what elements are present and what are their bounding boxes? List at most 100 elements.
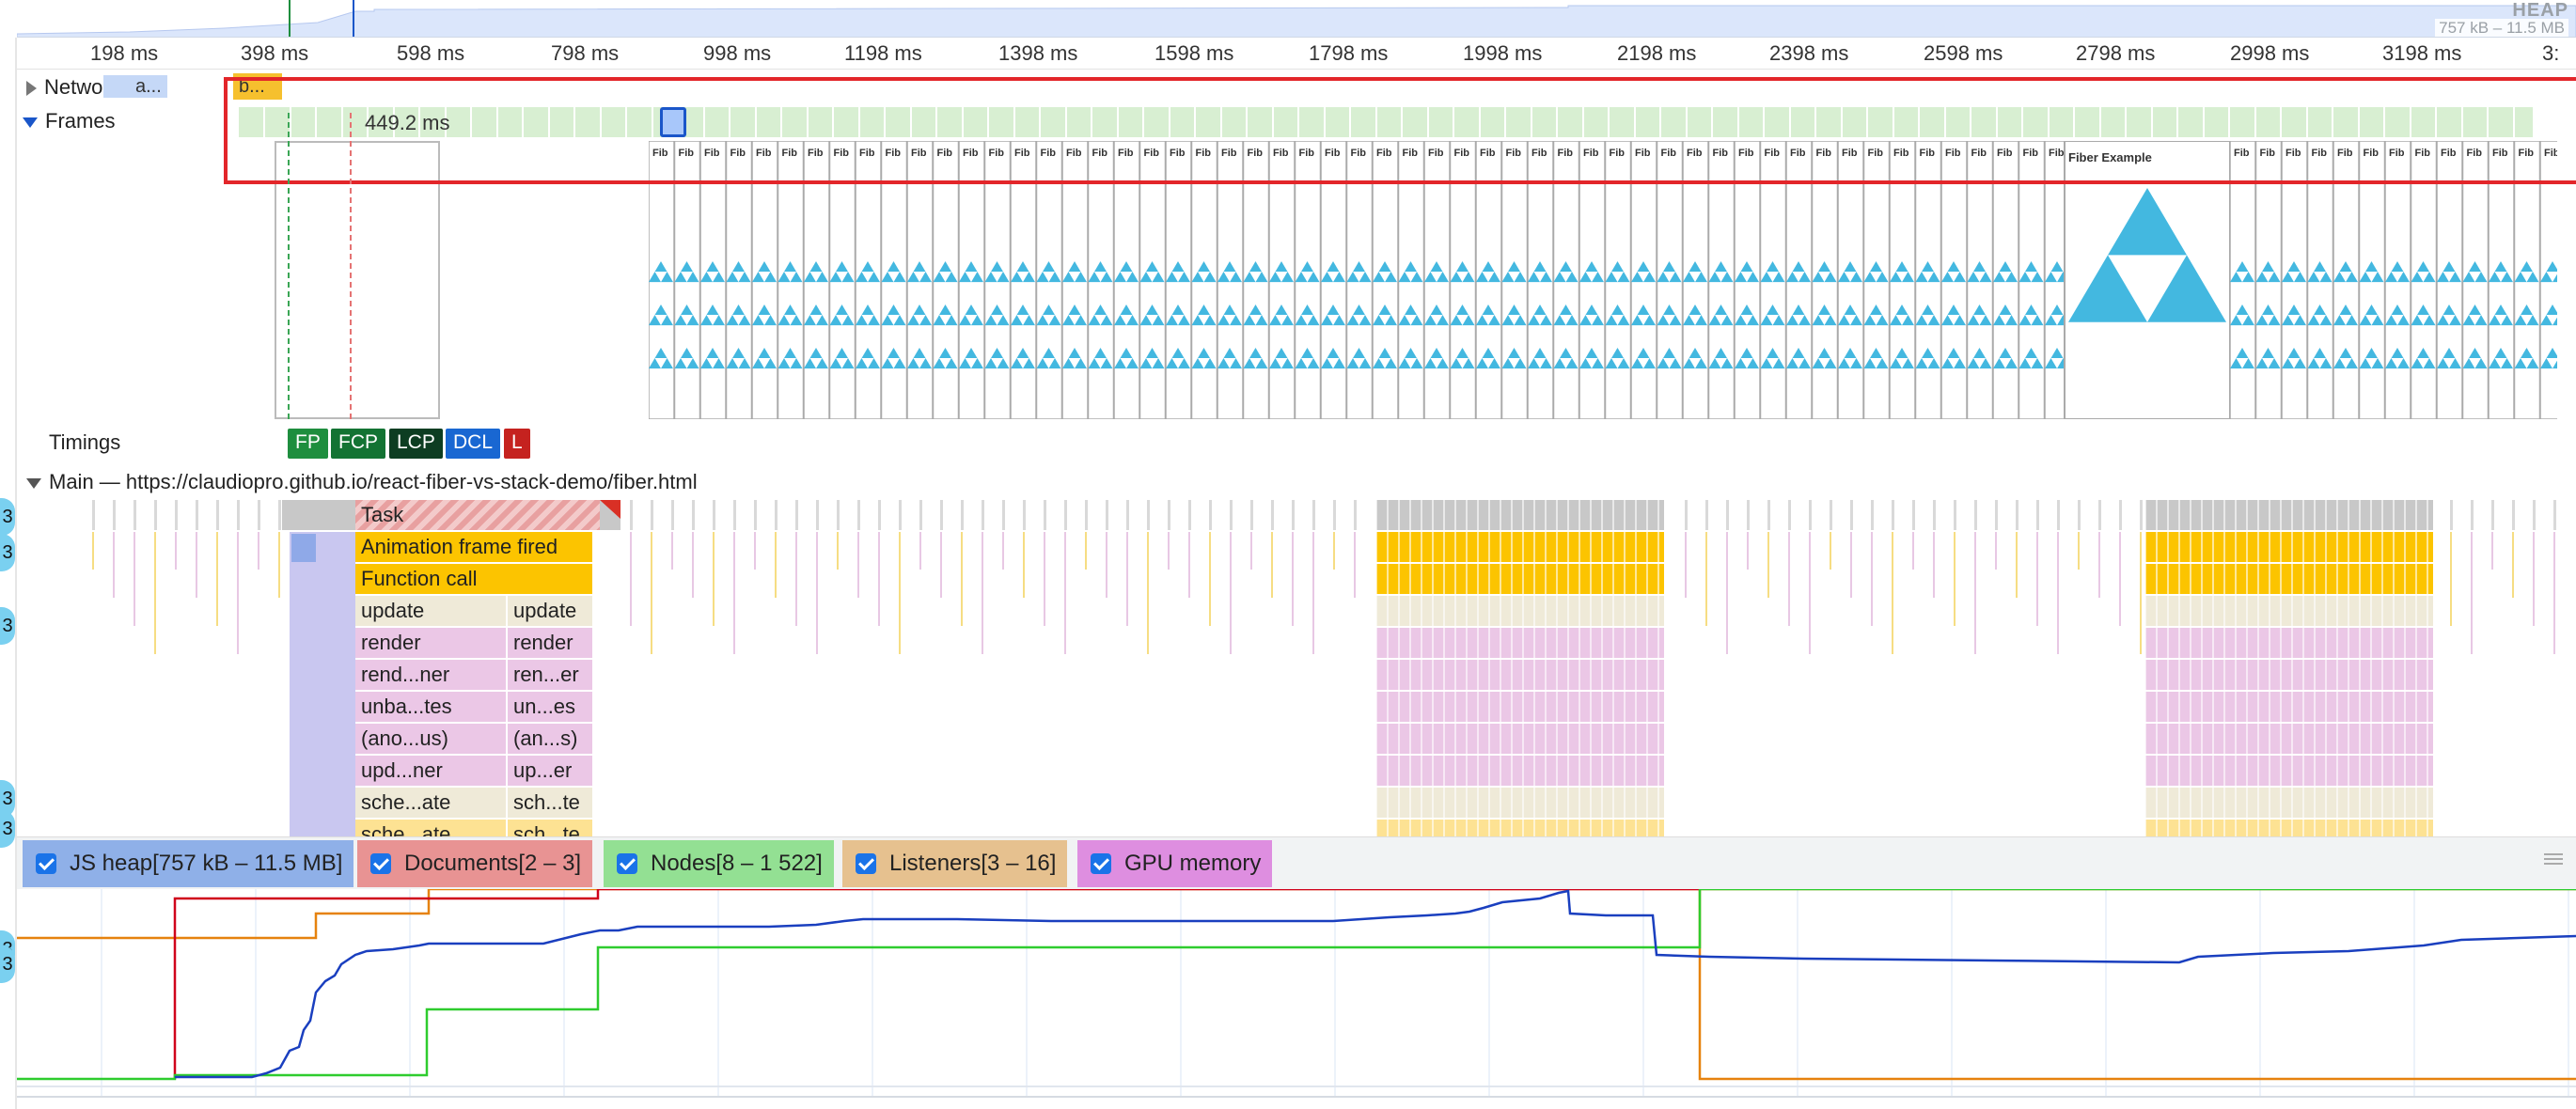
event-tick [1850,532,1852,598]
flame-entry[interactable]: render [355,628,506,658]
task-tick [2533,500,2536,530]
event-tick [1044,532,1045,626]
flame-entry[interactable]: update [508,596,592,626]
event-tick [1147,532,1149,654]
task-event[interactable]: Task [355,500,600,530]
memory-counters-graph[interactable] [17,889,2576,1098]
main-flame-chart[interactable]: Task Animation frame fired Function call… [17,498,2576,838]
event-tick [2057,532,2059,654]
flame-entry[interactable]: un...es [508,692,592,722]
time-ruler: 198 ms 398 ms 598 ms 798 ms 998 ms 1198 … [17,38,2576,70]
ruler-tick: 1998 ms [1463,41,1543,65]
event-tick [837,532,839,570]
event-tick [961,532,963,626]
collapse-triangle-icon[interactable] [23,117,38,128]
collapse-triangle-icon[interactable] [26,477,41,489]
task-tick [1002,500,1005,530]
function-call-event[interactable]: Function call [355,564,592,594]
flame-entry[interactable]: render [508,628,592,658]
edge-marker[interactable]: 3 [0,945,15,983]
lcp-badge[interactable]: LCP [389,429,443,459]
task-tick [1044,500,1046,530]
flame-entry[interactable]: (ano...us) [355,724,506,754]
checkbox-checked-icon[interactable] [856,853,876,874]
flame-entry[interactable]: unba...tes [355,692,506,722]
event-tick [1188,532,1190,598]
event-tick [1250,532,1252,570]
js-heap-toggle[interactable]: JS heap[757 kB – 11.5 MB] [23,840,354,887]
frames-track-label: Frames [45,109,116,133]
edge-marker[interactable]: 3 [0,810,15,848]
frames-track-header[interactable]: Frames [23,109,116,133]
load-badge[interactable]: L [504,429,530,459]
event-tick [2140,532,2142,654]
checkbox-checked-icon[interactable] [36,853,56,874]
edge-marker[interactable]: 3 [0,534,15,571]
listeners-label: Listeners[3 – 16] [889,851,1057,876]
checkbox-checked-icon[interactable] [1091,853,1111,874]
menu-icon[interactable] [2544,851,2563,867]
timeline-overview[interactable]: HEAP 757 kB – 11.5 MB [17,0,2576,38]
event-tick [857,532,859,598]
edge-marker[interactable]: 3 [0,607,15,645]
event-tick [2078,532,2080,570]
ruler-tick: 3198 ms [2382,41,2462,65]
checkbox-checked-icon[interactable] [370,853,391,874]
flame-entry[interactable]: upd...ner [355,756,506,786]
documents-toggle[interactable]: Documents[2 – 3] [357,840,593,887]
animation-frame-event[interactable]: Animation frame fired [355,532,592,562]
event-tick [2533,532,2535,626]
main-track-header[interactable]: Main — https://claudiopro.github.io/reac… [26,470,698,494]
load-marker-line [350,113,352,419]
dcl-badge[interactable]: DCL [446,429,501,459]
flame-entry[interactable]: sche...ate [355,788,506,818]
event-tick [1892,532,1893,654]
flame-entry[interactable]: ren...er [508,660,592,690]
task-tick [857,500,860,530]
task-tick [816,500,819,530]
checkbox-checked-icon[interactable] [617,853,637,874]
task-tick [196,500,198,530]
task-tick [1023,500,1026,530]
task-tick [92,500,95,530]
flame-entry[interactable]: up...er [508,756,592,786]
task-tick [1954,500,1956,530]
task-tick [899,500,902,530]
task-tick [1271,500,1274,530]
ruler-tick: 1198 ms [844,41,922,65]
event-tick [651,532,652,654]
event-tick [2098,532,2100,598]
listeners-toggle[interactable]: Listeners[3 – 16] [842,840,1068,887]
listeners-line [17,889,2576,940]
flame-entry[interactable]: sche...ate [355,820,506,838]
event-tick [1064,532,1066,654]
nodes-toggle[interactable]: Nodes[8 – 1 522] [604,840,834,887]
event-tick [795,532,797,626]
task-tick [713,500,715,530]
event-tick [2119,532,2121,626]
flame-entry[interactable]: rend...ner [355,660,506,690]
event-tick [692,532,694,598]
flame-block [2145,628,2433,658]
task-tick [1333,500,1336,530]
event-tick [1230,532,1232,654]
ruler-tick: 1398 ms [998,41,1078,65]
edge-marker[interactable]: 3 [0,498,15,536]
gpu-memory-label: GPU memory [1124,851,1262,876]
task-tick [134,500,136,530]
task-tick [795,500,798,530]
network-request-bar[interactable]: a... [103,75,167,98]
expand-triangle-icon[interactable] [26,81,37,97]
event-tick [175,532,177,570]
gpu-memory-toggle[interactable]: GPU memory [1077,840,1273,887]
ruler-tick: 798 ms [551,41,620,65]
fcp-badge[interactable]: FCP [331,429,385,459]
task-tick [1912,500,1915,530]
flame-entry[interactable]: (an...s) [508,724,592,754]
ruler-tick: 2398 ms [1769,41,1849,65]
flame-entry[interactable]: sch...te [508,788,592,818]
fp-badge[interactable]: FP [288,429,328,459]
task-tick [878,500,881,530]
flame-entry[interactable]: update [355,596,506,626]
flame-entry[interactable]: sch...te [508,820,592,838]
